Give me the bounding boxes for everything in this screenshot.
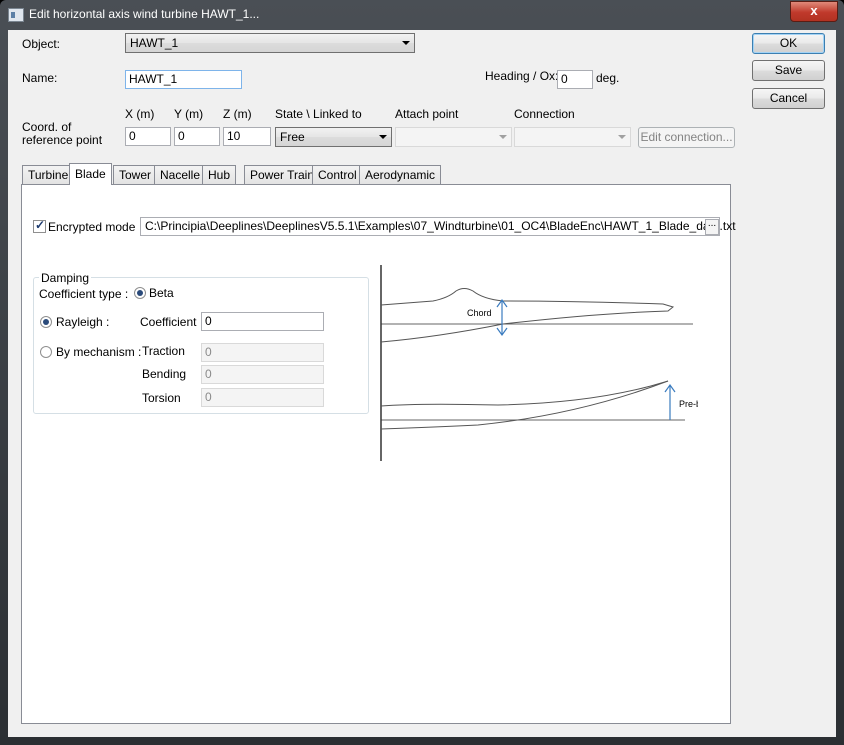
coefficient-type-label: Coefficient type : xyxy=(39,287,129,301)
close-button[interactable]: x xyxy=(790,1,838,22)
tab-hub[interactable]: Hub xyxy=(202,165,237,184)
state-label: State \ Linked to xyxy=(275,107,362,121)
save-button[interactable]: Save xyxy=(752,60,825,81)
connection-select[interactable] xyxy=(514,127,631,147)
tab-aerodynamic[interactable]: Aerodynamic xyxy=(359,165,442,184)
window-icon xyxy=(8,8,24,22)
chord-label: Chord xyxy=(467,308,492,318)
tab-control[interactable]: Control xyxy=(312,165,363,184)
blade-lower-edge xyxy=(380,380,669,430)
tab-tower[interactable]: Tower xyxy=(113,165,158,184)
blade-chord-outline xyxy=(380,288,675,343)
object-select-value: HAWT_1 xyxy=(130,36,179,50)
y-label: Y (m) xyxy=(174,107,204,121)
dialog-window: Edit horizontal axis wind turbine HAWT_1… xyxy=(0,0,844,745)
coefficient-label: Coefficient xyxy=(140,315,197,329)
coord-label-line1: Coord. of xyxy=(22,120,72,134)
blade-file-path-input[interactable]: C:\Principia\Deeplines\DeeplinesV5.5.1\E… xyxy=(140,217,736,236)
dialog-client: Object: HAWT_1 Name: HAWT_1 Heading / Ox… xyxy=(8,30,836,737)
torsion-label: Torsion xyxy=(142,391,181,405)
z-input[interactable]: 10 xyxy=(223,127,271,146)
tab-blade[interactable]: Blade xyxy=(69,163,112,185)
state-select[interactable]: Free xyxy=(275,127,392,147)
heading-unit: deg. xyxy=(596,71,620,85)
window-title: Edit horizontal axis wind turbine HAWT_1… xyxy=(29,7,260,21)
x-label: X (m) xyxy=(125,107,155,121)
chevron-down-icon xyxy=(618,135,626,139)
tab-power-train[interactable]: Power Train xyxy=(244,165,321,184)
ok-button[interactable]: OK xyxy=(752,33,825,54)
encrypted-mode-checkbox[interactable] xyxy=(33,218,46,233)
coefficient-input[interactable]: 0 xyxy=(201,312,324,331)
encrypted-mode-label: Encrypted mode xyxy=(48,220,136,234)
browse-button[interactable]: ... xyxy=(705,219,719,235)
connection-label: Connection xyxy=(514,107,575,121)
name-label: Name: xyxy=(22,71,58,85)
x-input[interactable]: 0 xyxy=(125,127,171,146)
damping-group-label: Damping xyxy=(39,271,92,285)
coord-label-line2: reference point xyxy=(22,133,103,147)
name-input[interactable]: HAWT_1 xyxy=(125,70,242,89)
heading-input[interactable]: 0 xyxy=(557,70,593,89)
object-select[interactable]: HAWT_1 xyxy=(125,33,415,53)
chevron-down-icon xyxy=(379,135,387,139)
torsion-input[interactable]: 0 xyxy=(201,388,324,407)
z-label: Z (m) xyxy=(223,107,252,121)
title-bar[interactable]: Edit horizontal axis wind turbine HAWT_1… xyxy=(0,0,844,28)
object-label: Object: xyxy=(22,37,61,51)
edit-connection-button[interactable]: Edit connection... xyxy=(638,127,735,148)
heading-label: Heading / Ox: xyxy=(485,69,559,83)
tab-turbine[interactable]: Turbine xyxy=(22,165,75,184)
bending-label: Bending xyxy=(142,367,187,381)
chevron-down-icon xyxy=(499,135,507,139)
traction-input[interactable]: 0 xyxy=(201,343,324,362)
cancel-button[interactable]: Cancel xyxy=(752,88,825,109)
state-select-value: Free xyxy=(280,130,305,144)
attach-point-select[interactable] xyxy=(395,127,512,147)
tab-nacelle[interactable]: Nacelle xyxy=(154,165,207,184)
beta-radio[interactable] xyxy=(134,287,146,299)
prebend-label: Pre-bend xyxy=(679,399,698,409)
traction-label: Traction xyxy=(142,344,185,358)
attach-point-label: Attach point xyxy=(395,107,459,121)
rayleigh-radio[interactable] xyxy=(40,316,52,328)
by-mechanism-label: By mechanism : xyxy=(56,345,142,359)
rayleigh-label: Rayleigh : xyxy=(56,315,110,329)
blade-upper-edge xyxy=(380,380,669,407)
blade-diagram: Chord Pre-bend xyxy=(380,265,698,461)
chevron-down-icon xyxy=(402,41,410,45)
y-input[interactable]: 0 xyxy=(174,127,220,146)
by-mechanism-radio[interactable] xyxy=(40,346,52,358)
bending-input[interactable]: 0 xyxy=(201,365,324,384)
beta-label: Beta xyxy=(149,286,174,300)
